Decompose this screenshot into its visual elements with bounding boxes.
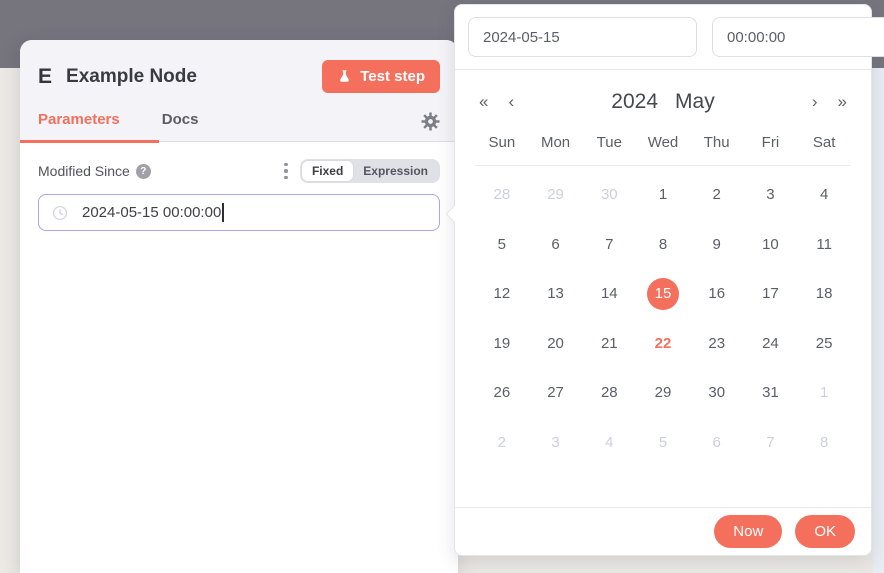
calendar-day[interactable]: 12 <box>475 269 529 319</box>
calendar-day[interactable]: 23 <box>690 319 744 369</box>
test-step-label: Test step <box>360 68 425 85</box>
picker-time-input[interactable] <box>712 17 884 57</box>
ok-button[interactable]: OK <box>795 515 855 548</box>
calendar-day[interactable]: 20 <box>529 319 583 369</box>
calendar-day[interactable]: 2 <box>475 418 529 468</box>
datetime-parameter-value: 2024-05-15 00:00:00 <box>82 204 221 221</box>
calendar-day[interactable]: 17 <box>744 269 798 319</box>
calendar-day[interactable]: 25 <box>797 319 851 369</box>
calendar-day[interactable]: 21 <box>582 319 636 369</box>
parameter-label: Modified Since <box>38 163 130 179</box>
calendar-day[interactable]: 11 <box>797 220 851 270</box>
help-icon[interactable]: ? <box>136 164 151 179</box>
weekday-header-row: SunMonTueWedThuFriSat <box>475 134 851 165</box>
calendar-day[interactable]: 19 <box>475 319 529 369</box>
calendar-day[interactable]: 3 <box>744 170 798 220</box>
parameter-options-icon[interactable] <box>282 161 290 182</box>
calendar-day[interactable]: 7 <box>744 418 798 468</box>
calendar-day[interactable]: 2 <box>690 170 744 220</box>
year-label[interactable]: 2024 <box>611 90 658 114</box>
calendar-day[interactable]: 29 <box>529 170 583 220</box>
calendar-day[interactable]: 1 <box>797 368 851 418</box>
calendar-day[interactable]: 30 <box>690 368 744 418</box>
calendar-day[interactable]: 10 <box>744 220 798 270</box>
active-tab-underline <box>20 140 159 143</box>
node-detail-panel: E Example Node Test step Parameters Docs <box>20 40 458 573</box>
calendar-day[interactable]: 28 <box>582 368 636 418</box>
text-caret <box>222 203 224 222</box>
datetime-parameter-input[interactable]: 2024-05-15 00:00:00 <box>38 194 440 231</box>
tab-docs[interactable]: Docs <box>162 111 199 141</box>
toggle-option-fixed[interactable]: Fixed <box>302 161 353 181</box>
calendar-day[interactable]: 7 <box>582 220 636 270</box>
calendar-day[interactable]: 1 <box>636 170 690 220</box>
calendar-day[interactable]: 28 <box>475 170 529 220</box>
gear-icon[interactable] <box>421 112 440 141</box>
prev-year-button[interactable]: « <box>479 92 488 112</box>
calendar-day[interactable]: 6 <box>690 418 744 468</box>
calendar-day[interactable]: 29 <box>636 368 690 418</box>
toggle-option-expression[interactable]: Expression <box>353 161 438 181</box>
calendar-day[interactable]: 6 <box>529 220 583 270</box>
weekday-label: Fri <box>744 134 798 165</box>
weekday-label: Sat <box>797 134 851 165</box>
calendar-day-today[interactable]: 22 <box>636 319 690 369</box>
picker-date-input[interactable] <box>468 17 697 57</box>
tab-parameters[interactable]: Parameters <box>38 111 120 141</box>
weekday-label: Thu <box>690 134 744 165</box>
calendar-day[interactable]: 8 <box>797 418 851 468</box>
next-month-button[interactable]: › <box>812 92 818 112</box>
weekday-label: Wed <box>636 134 690 165</box>
calendar-day[interactable]: 16 <box>690 269 744 319</box>
calendar-day[interactable]: 4 <box>797 170 851 220</box>
month-label[interactable]: May <box>675 90 715 114</box>
calendar-day[interactable]: 9 <box>690 220 744 270</box>
calendar-day[interactable]: 3 <box>529 418 583 468</box>
node-panel-header: E Example Node Test step Parameters Docs <box>20 40 458 142</box>
calendar-grid: 2829301234567891011121314151617181920212… <box>475 170 851 467</box>
clock-icon <box>52 205 68 221</box>
picker-footer: Now OK <box>455 507 871 555</box>
calendar-day[interactable]: 26 <box>475 368 529 418</box>
calendar-day[interactable]: 31 <box>744 368 798 418</box>
calendar-day[interactable]: 4 <box>582 418 636 468</box>
now-button[interactable]: Now <box>714 515 782 548</box>
weekday-label: Tue <box>582 134 636 165</box>
calendar-day[interactable]: 14 <box>582 269 636 319</box>
fixed-expression-toggle: Fixed Expression <box>300 159 440 183</box>
calendar-day[interactable]: 5 <box>475 220 529 270</box>
calendar-day[interactable]: 5 <box>636 418 690 468</box>
background-right-strip <box>873 68 884 573</box>
calendar-day[interactable]: 8 <box>636 220 690 270</box>
parameters-pane: Modified Since ? Fixed Expression 2024-0… <box>20 142 458 248</box>
flask-icon <box>337 69 352 84</box>
calendar-day[interactable]: 13 <box>529 269 583 319</box>
test-step-button[interactable]: Test step <box>322 60 440 93</box>
datetime-picker-popup: « ‹ 2024 May › » SunMonTueWedThuFriSat 2… <box>454 4 872 556</box>
calendar-day[interactable]: 18 <box>797 269 851 319</box>
weekday-divider <box>475 165 851 166</box>
node-title: Example Node <box>66 66 322 88</box>
calendar-day[interactable]: 27 <box>529 368 583 418</box>
weekday-label: Sun <box>475 134 529 165</box>
calendar-day[interactable]: 24 <box>744 319 798 369</box>
weekday-label: Mon <box>529 134 583 165</box>
calendar-day-selected[interactable]: 15 <box>636 269 690 319</box>
next-year-button[interactable]: » <box>838 92 847 112</box>
node-icon: E <box>38 65 52 89</box>
calendar-day[interactable]: 30 <box>582 170 636 220</box>
